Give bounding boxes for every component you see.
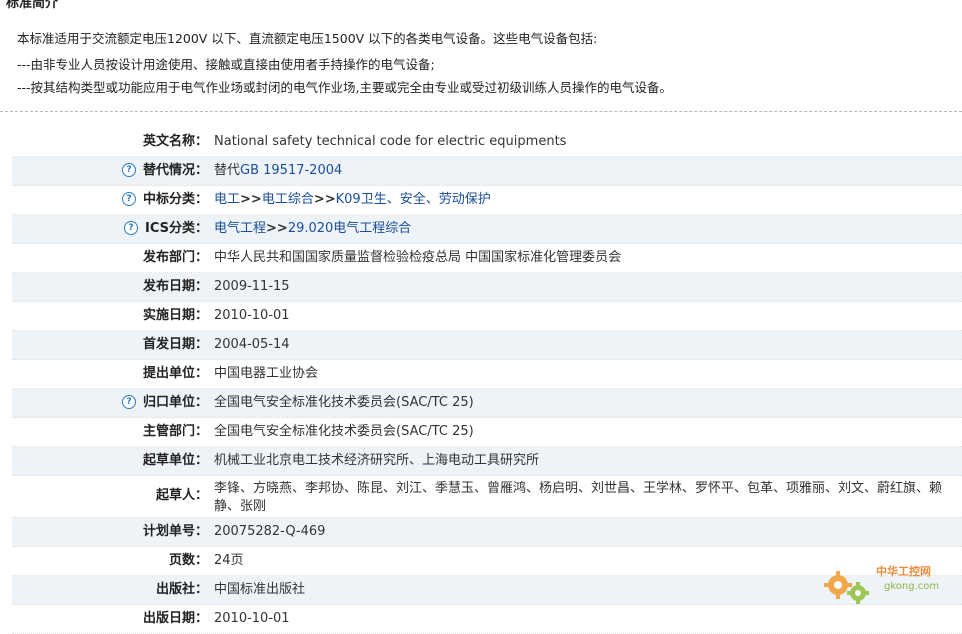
row-centralized: ? 归口单位： 全国电气安全标准化技术委员会(SAC/TC 25) xyxy=(12,389,962,418)
breadcrumb-separator: >> xyxy=(266,221,288,236)
field-value: 全国电气安全标准化技术委员会(SAC/TC 25) xyxy=(214,395,474,410)
field-label: 起草人： xyxy=(155,488,208,503)
field-label: 首发日期： xyxy=(142,337,208,352)
gear-icon xyxy=(824,571,869,604)
row-publisher-dept: 发布部门： 中华人民共和国国家质量监督检验检疫总局 中国国家标准化管理委员会 xyxy=(12,244,962,273)
breadcrumb-separator: >> xyxy=(313,192,336,207)
field-value: 2010-10-01 xyxy=(214,308,290,323)
field-value: 电工>>电工综合>>K09卫生、安全、劳动保护 xyxy=(214,192,491,208)
field-label: 提出单位： xyxy=(142,366,208,381)
field-label: 实施日期： xyxy=(142,308,208,323)
field-label: 页数： xyxy=(168,553,208,568)
row-impl-date: 实施日期： 2010-10-01 xyxy=(12,302,962,331)
field-label: 起草单位： xyxy=(142,453,208,468)
watermark-logo: 中华工控网 gkong.com xyxy=(822,559,952,607)
row-replaces: ? 替代情况： 替代GB 19517-2004 xyxy=(12,157,962,186)
field-value: 中国电器工业协会 xyxy=(214,366,319,381)
replaced-standard-link[interactable]: GB 19517-2004 xyxy=(240,163,342,178)
row-pub-date: 出版日期： 2010-10-01 xyxy=(12,605,962,634)
row-press: 出版社： 中国标准出版社 xyxy=(12,576,962,605)
intro-line: 本标准适用于交流额定电压1200V 以下、直流额定电压1500V 以下的各类电气… xyxy=(17,31,598,46)
ccs-link-3[interactable]: K09卫生、安全、劳动保护 xyxy=(336,192,491,207)
row-proposer: 提出单位： 中国电器工业协会 xyxy=(12,360,962,389)
row-plan-no: 计划单号： 20075282-Q-469 xyxy=(12,518,962,547)
field-value: 李锋、方晓燕、李邦协、陈昆、刘江、季慧玉、曾雁鸿、杨启明、刘世昌、王学林、罗怀平… xyxy=(214,481,943,514)
ccs-link-1[interactable]: 电工 xyxy=(214,192,240,207)
row-ccs: ? 中标分类： 电工>>电工综合>>K09卫生、安全、劳动保护 xyxy=(12,186,962,215)
help-icon[interactable]: ? xyxy=(122,192,136,206)
field-label: 发布部门： xyxy=(142,250,208,265)
field-value: 中国标准出版社 xyxy=(214,582,306,597)
row-english-name: 英文名称： National safety technical code for… xyxy=(12,128,962,157)
field-label: 出版社： xyxy=(155,582,208,597)
ics-link-2[interactable]: 29.020电气工程综合 xyxy=(288,221,412,236)
intro-line: ---由非专业人员按设计用途使用、接触或直接由使用者手持操作的电气设备; xyxy=(17,57,435,72)
field-value: 替代GB 19517-2004 xyxy=(214,163,342,179)
ccs-link-2[interactable]: 电工综合 xyxy=(262,192,314,207)
ics-link-1[interactable]: 电气工程 xyxy=(214,221,266,236)
row-drafters: 起草人： 李锋、方晓燕、李邦协、陈昆、刘江、季慧玉、曾雁鸿、杨启明、刘世昌、王学… xyxy=(12,476,962,518)
field-label: 发布日期： xyxy=(142,279,208,294)
intro-title: 标准简介 xyxy=(6,0,59,11)
watermark-domain: gkong.com xyxy=(884,581,940,592)
field-label: 计划单号： xyxy=(142,524,208,539)
field-label: 替代情况： xyxy=(142,163,208,178)
row-ics: ? ICS分类： 电气工程>>29.020电气工程综合 xyxy=(12,215,962,244)
field-label: 出版日期： xyxy=(142,611,208,626)
breadcrumb-separator: >> xyxy=(240,192,262,207)
replaces-prefix: 替代 xyxy=(214,163,241,178)
field-value: 电气工程>>29.020电气工程综合 xyxy=(214,221,411,237)
field-value: 机械工业北京电工技术经济研究所、上海电动工具研究所 xyxy=(214,453,540,468)
row-pages: 页数： 24页 xyxy=(12,547,962,576)
help-icon[interactable]: ? xyxy=(122,395,136,409)
field-label: 主管部门： xyxy=(142,424,208,439)
details-table: 英文名称： National safety technical code for… xyxy=(12,128,962,634)
field-label: ICS分类： xyxy=(145,221,208,236)
field-label: 中标分类： xyxy=(142,192,208,207)
field-value: National safety technical code for elect… xyxy=(214,134,567,149)
intro-line: ---按其结构类型或功能应用于电气作业场或封闭的电气作业场,主要或完全由专业或受… xyxy=(17,80,673,95)
row-authority: 主管部门： 全国电气安全标准化技术委员会(SAC/TC 25) xyxy=(12,418,962,447)
field-value: 24页 xyxy=(214,553,244,568)
help-icon[interactable]: ? xyxy=(122,163,136,177)
field-value: 2009-11-15 xyxy=(214,279,290,294)
help-icon[interactable]: ? xyxy=(124,221,138,235)
field-value: 全国电气安全标准化技术委员会(SAC/TC 25) xyxy=(214,424,474,439)
divider xyxy=(0,111,962,112)
watermark-name: 中华工控网 xyxy=(876,565,931,578)
field-label: 归口单位： xyxy=(142,395,208,410)
row-release-date: 发布日期： 2009-11-15 xyxy=(12,273,962,302)
field-value: 中华人民共和国国家质量监督检验检疫总局 中国国家标准化管理委员会 xyxy=(214,250,622,265)
field-value: 20075282-Q-469 xyxy=(214,524,326,539)
field-value: 2004-05-14 xyxy=(214,337,290,352)
field-value: 2010-10-01 xyxy=(214,611,290,626)
row-drafting-unit: 起草单位： 机械工业北京电工技术经济研究所、上海电动工具研究所 xyxy=(12,447,962,476)
field-label: 英文名称： xyxy=(142,134,208,149)
row-first-date: 首发日期： 2004-05-14 xyxy=(12,331,962,360)
